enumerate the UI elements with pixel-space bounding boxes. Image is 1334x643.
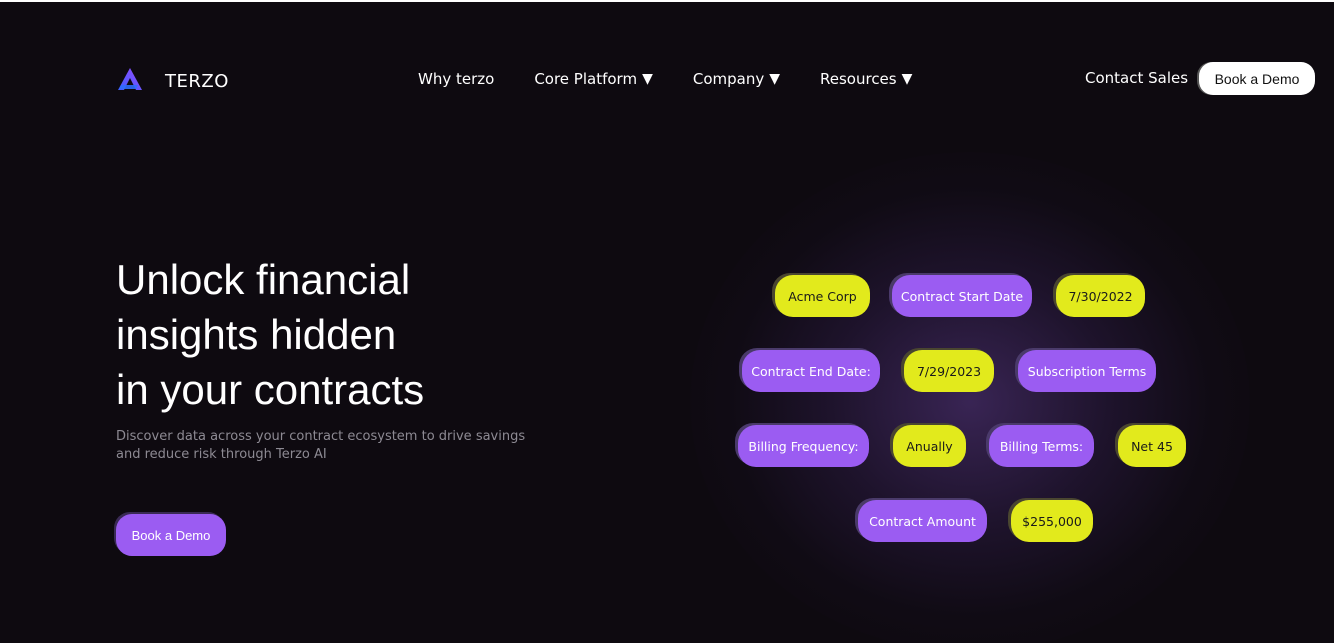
tag-billing-terms-value: Net 45 <box>1118 425 1186 467</box>
tag-billing-frequency: Billing Frequency: <box>738 425 869 467</box>
book-demo-header-button[interactable]: Book a Demo <box>1199 62 1315 95</box>
book-demo-hero-button[interactable]: Book a Demo <box>116 514 226 556</box>
nav-label: Company <box>692 70 765 88</box>
nav-company[interactable]: Company ▼ <box>693 70 780 88</box>
tag-start-date-value: 7/30/2022 <box>1056 275 1145 317</box>
tag-contract-amount: Contract Amount <box>858 500 987 542</box>
tag-billing-frequency-value: Anually <box>893 425 966 467</box>
hero-title-line: in your contracts <box>116 366 425 413</box>
caret-down-icon: ▼ <box>901 71 913 87</box>
brand-logo[interactable]: TERZO <box>117 66 229 96</box>
hero-title: Unlock financial insights hidden in your… <box>116 252 536 417</box>
nav-core-platform[interactable]: Core Platform ▼ <box>534 70 653 88</box>
page: TERZO Why terzo Core Platform ▼ Company … <box>0 0 1334 643</box>
hero-title-line: Unlock financial <box>116 256 411 303</box>
background-glow <box>690 152 1250 643</box>
tag-acme-corp: Acme Corp <box>775 275 870 317</box>
hero-title-line: insights hidden <box>116 311 397 358</box>
tag-contract-amount-value: $255,000 <box>1011 500 1093 542</box>
contact-sales-link[interactable]: Contact Sales <box>1085 69 1188 87</box>
nav-label: Core Platform <box>534 70 638 88</box>
tag-contract-end-date: Contract End Date: <box>742 350 880 392</box>
nav-label: Resources <box>820 70 897 88</box>
nav-why-terzo[interactable]: Why terzo <box>418 70 494 88</box>
nav-label: Why terzo <box>418 70 495 88</box>
caret-down-icon: ▼ <box>642 71 653 87</box>
caret-down-icon: ▼ <box>769 71 780 87</box>
tag-end-date-value: 7/29/2023 <box>904 350 994 392</box>
terzo-logo-icon <box>117 66 143 96</box>
main-nav: Why terzo Core Platform ▼ Company ▼ Reso… <box>418 70 952 88</box>
tag-billing-terms: Billing Terms: <box>989 425 1094 467</box>
tag-subscription-terms: Subscription Terms <box>1018 350 1156 392</box>
hero-subtitle: Discover data across your contract ecosy… <box>116 429 526 462</box>
brand-name: TERZO <box>165 70 229 92</box>
tag-contract-start-date: Contract Start Date <box>892 275 1032 317</box>
nav-resources[interactable]: Resources ▼ <box>820 70 912 88</box>
